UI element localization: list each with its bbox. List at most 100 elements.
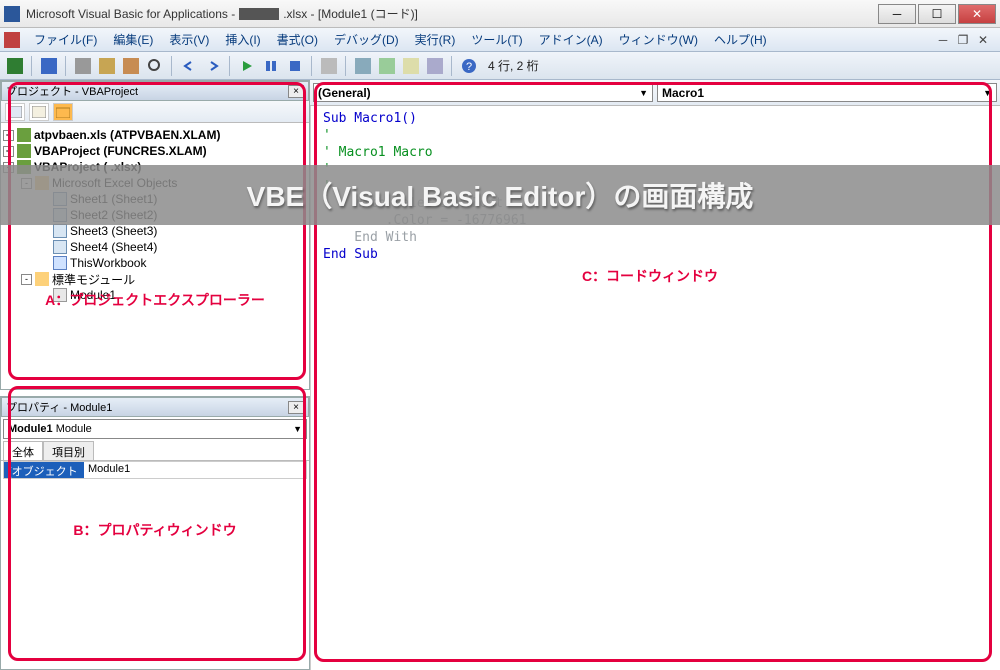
- menu-window[interactable]: ウィンドウ(W): [611, 28, 706, 51]
- help-icon[interactable]: ?: [458, 55, 480, 77]
- svg-text:?: ?: [466, 61, 472, 73]
- menu-format[interactable]: 書式(O): [269, 28, 326, 51]
- run-icon[interactable]: [236, 55, 258, 77]
- tree-toggle-icon[interactable]: -: [21, 274, 32, 285]
- tree-toggle-icon[interactable]: +: [3, 130, 14, 141]
- book-icon: [53, 256, 67, 270]
- tree-item-label: 標準モジュール: [52, 271, 135, 288]
- folder-icon: [35, 272, 49, 286]
- annotation-label-c: C：コードウィンドウ: [540, 266, 760, 286]
- properties-window-icon[interactable]: [376, 55, 398, 77]
- code-line[interactable]: ': [323, 127, 988, 144]
- tree-item-label: VBAProject (FUNCRES.XLAM): [34, 144, 207, 158]
- window-controls: ─ ☐ ✕: [878, 4, 996, 24]
- title-filename-censored: [239, 8, 279, 20]
- properties-object-type: Module: [56, 423, 92, 435]
- properties-header[interactable]: プロパティ - Module1 ×: [1, 397, 309, 417]
- paste-icon[interactable]: [120, 55, 142, 77]
- window-title: Microsoft Visual Basic for Applications …: [26, 5, 878, 22]
- close-button[interactable]: ✕: [958, 4, 996, 24]
- procedure-combo-value: Macro1: [662, 86, 704, 100]
- properties-object-name: Module1: [8, 423, 53, 435]
- save-icon[interactable]: [38, 55, 60, 77]
- app-icon: [4, 6, 20, 22]
- redo-icon[interactable]: [202, 55, 224, 77]
- mdi-close[interactable]: ✕: [976, 33, 990, 47]
- vba-icon: [17, 144, 31, 158]
- chevron-down-icon: ▼: [983, 88, 992, 98]
- tree-item[interactable]: Sheet4 (Sheet4): [3, 239, 307, 255]
- properties-object-combo[interactable]: Module1 Module ▼: [3, 419, 307, 439]
- properties-title: プロパティ - Module1: [6, 399, 112, 415]
- properties-row-value[interactable]: Module1: [84, 462, 306, 478]
- cut-icon[interactable]: [72, 55, 94, 77]
- code-line[interactable]: Sub Macro1(): [323, 110, 988, 127]
- tree-item[interactable]: + VBAProject (FUNCRES.XLAM): [3, 143, 307, 159]
- mdi-restore[interactable]: ❐: [956, 33, 970, 47]
- minimize-button[interactable]: ─: [878, 4, 916, 24]
- menu-addins[interactable]: アドイン(A): [531, 28, 611, 51]
- cursor-position: 4 行, 2 桁: [488, 57, 539, 74]
- menu-run[interactable]: 実行(R): [407, 28, 464, 51]
- design-mode-icon[interactable]: [318, 55, 340, 77]
- menu-file[interactable]: ファイル(F): [26, 28, 105, 51]
- sheet-icon: [53, 224, 67, 238]
- maximize-button[interactable]: ☐: [918, 4, 956, 24]
- break-icon[interactable]: [260, 55, 282, 77]
- menu-debug[interactable]: デバッグ(D): [326, 28, 407, 51]
- toolbar-separator: [229, 56, 231, 76]
- project-explorer-header[interactable]: プロジェクト - VBAProject ×: [1, 81, 309, 101]
- toolbar-separator: [31, 56, 33, 76]
- annotation-label-a: A：プロジェクトエクスプローラー: [30, 290, 280, 310]
- view-excel-icon[interactable]: [4, 55, 26, 77]
- view-code-icon[interactable]: [5, 103, 25, 121]
- menubar: ファイル(F) 編集(E) 表示(V) 挿入(I) 書式(O) デバッグ(D) …: [0, 28, 1000, 52]
- toolbar-separator: [65, 56, 67, 76]
- title-suffix: .xlsx - [Module1 (コード)]: [283, 5, 418, 22]
- toolbar-separator: [345, 56, 347, 76]
- project-tree[interactable]: + atpvbaen.xls (ATPVBAEN.XLAM) + VBAProject…: [1, 123, 309, 383]
- object-browser-icon[interactable]: [400, 55, 422, 77]
- excel-icon[interactable]: [4, 32, 20, 48]
- toolbar-separator: [171, 56, 173, 76]
- project-toolbar: [1, 101, 309, 123]
- menu-insert[interactable]: 挿入(I): [217, 28, 268, 51]
- project-explorer-close-icon[interactable]: ×: [288, 85, 304, 98]
- view-object-icon[interactable]: [29, 103, 49, 121]
- properties-tab-category[interactable]: 項目別: [43, 441, 94, 460]
- overlay-title: VBE（Visual Basic Editor）の画面構成: [247, 175, 754, 215]
- properties-row-key: (オブジェクト名): [4, 462, 84, 478]
- menu-tools[interactable]: ツール(T): [463, 28, 530, 51]
- mdi-minimize[interactable]: ─: [936, 33, 950, 47]
- copy-icon[interactable]: [96, 55, 118, 77]
- menu-view[interactable]: 表示(V): [161, 28, 217, 51]
- toolbar-separator: [311, 56, 313, 76]
- toggle-folders-icon[interactable]: [53, 103, 73, 121]
- code-line[interactable]: ' Macro1 Macro: [323, 144, 988, 161]
- toolbox-icon[interactable]: [424, 55, 446, 77]
- menu-help[interactable]: ヘルプ(H): [706, 28, 775, 51]
- reset-icon[interactable]: [284, 55, 306, 77]
- properties-close-icon[interactable]: ×: [288, 401, 304, 414]
- tree-toggle-icon[interactable]: +: [3, 146, 14, 157]
- tree-item[interactable]: Sheet3 (Sheet3): [3, 223, 307, 239]
- project-explorer-pane: プロジェクト - VBAProject × + atpvbaen.xls (ATP…: [0, 80, 310, 390]
- code-line[interactable]: End With: [323, 229, 988, 246]
- project-explorer-title: プロジェクト - VBAProject: [6, 83, 138, 99]
- properties-tabs: 全体 項目別: [1, 441, 309, 461]
- procedure-combo[interactable]: Macro1 ▼: [657, 83, 997, 102]
- object-combo[interactable]: (General) ▼: [313, 83, 653, 102]
- find-icon[interactable]: [144, 55, 166, 77]
- tree-item-label: atpvbaen.xls (ATPVBAEN.XLAM): [34, 128, 220, 142]
- tree-item[interactable]: + atpvbaen.xls (ATPVBAEN.XLAM): [3, 127, 307, 143]
- vba-icon: [17, 128, 31, 142]
- tree-item[interactable]: - 標準モジュール: [3, 271, 307, 287]
- code-line[interactable]: End Sub: [323, 246, 988, 263]
- undo-icon[interactable]: [178, 55, 200, 77]
- annotation-label-b: B：プロパティウィンドウ: [55, 520, 255, 540]
- properties-row[interactable]: (オブジェクト名) Module1: [3, 461, 307, 479]
- project-explorer-icon[interactable]: [352, 55, 374, 77]
- tree-item[interactable]: ThisWorkbook: [3, 255, 307, 271]
- properties-tab-all[interactable]: 全体: [3, 441, 43, 460]
- menu-edit[interactable]: 編集(E): [105, 28, 161, 51]
